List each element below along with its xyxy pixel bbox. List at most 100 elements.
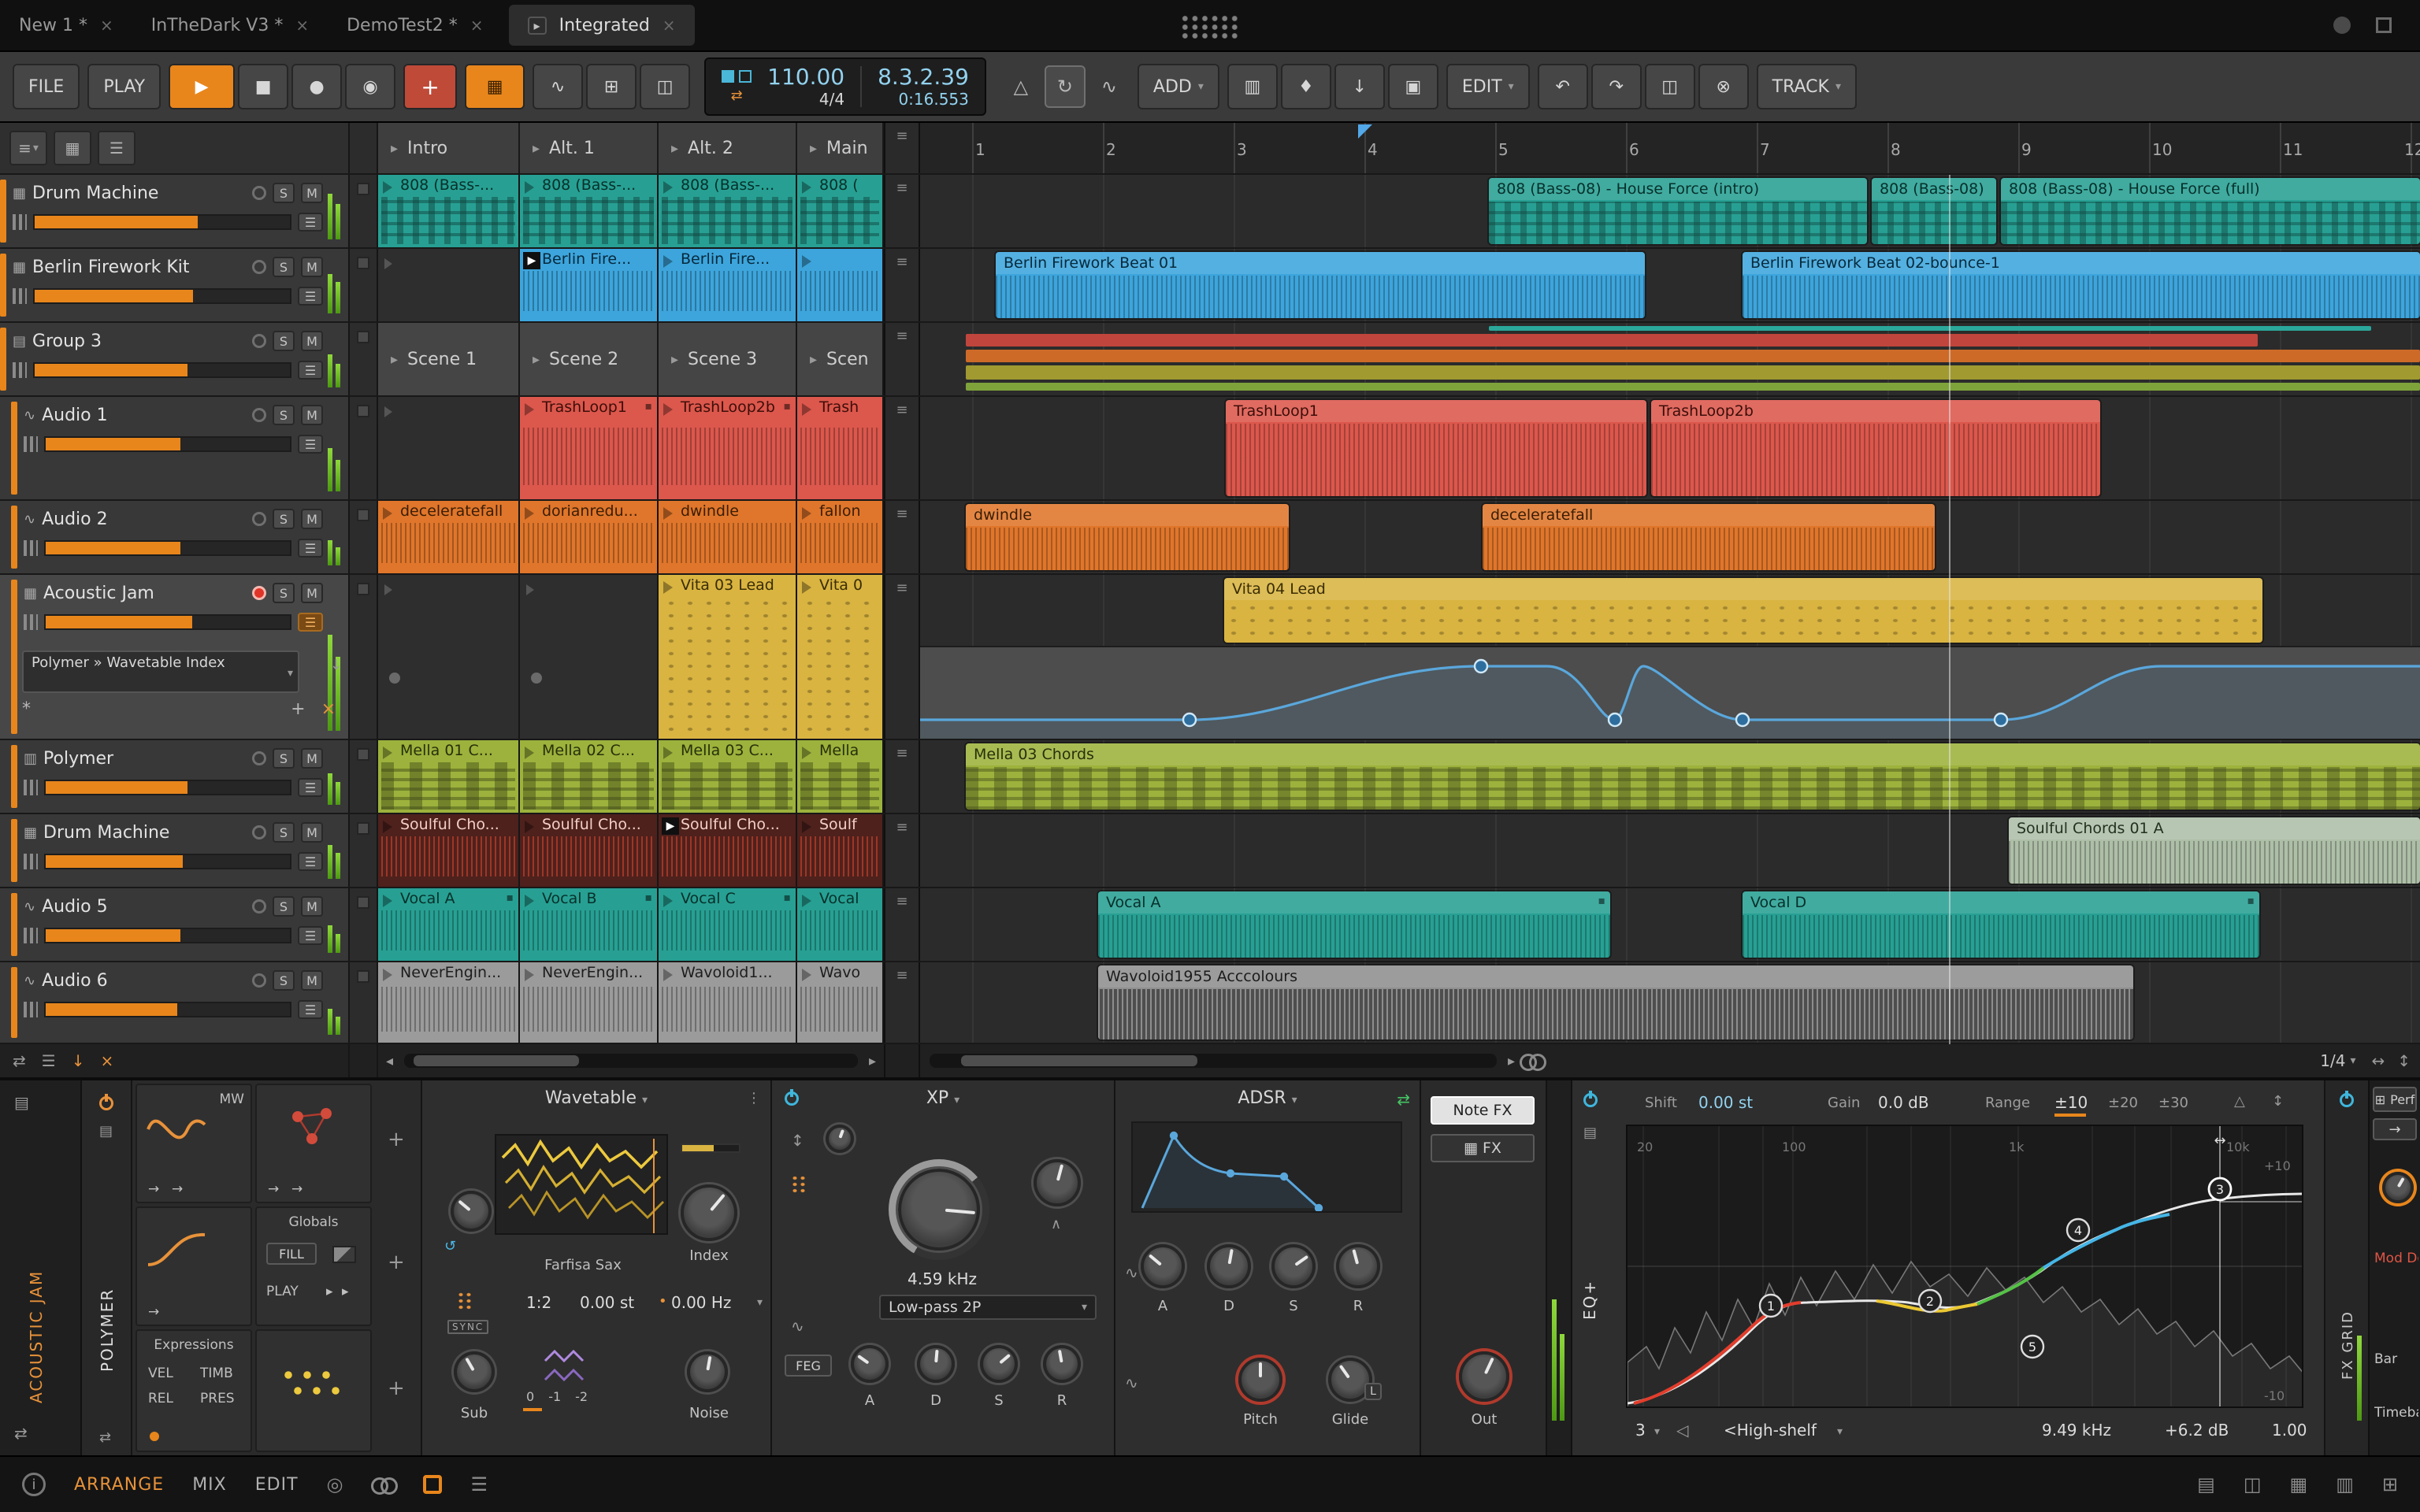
device-expand-icon[interactable]: ⇄: [99, 1429, 111, 1446]
solo-button[interactable]: S: [273, 896, 295, 917]
metronome-button[interactable]: △: [1000, 65, 1041, 108]
track-content-button[interactable]: ☰: [298, 435, 323, 454]
launcher-clip[interactable]: Vocal C ▪: [659, 888, 797, 961]
file-menu-button[interactable]: FILE: [13, 64, 80, 109]
monitor-icon[interactable]: ▤: [14, 1093, 29, 1112]
track-content-button[interactable]: ☰: [298, 926, 323, 945]
record-arm-button[interactable]: [252, 186, 266, 200]
snap-mode-icon[interactable]: ↔: [2365, 1051, 2391, 1070]
launcher-clip[interactable]: [797, 249, 884, 321]
duplicate-button[interactable]: ◫: [1644, 64, 1695, 109]
lane-options-icon[interactable]: ≡: [896, 895, 908, 961]
track-name[interactable]: Drum Machine: [43, 823, 246, 843]
loop-toggle-button[interactable]: ↻: [1044, 65, 1086, 108]
launcher-clip[interactable]: 808 (Bass-...: [659, 175, 797, 247]
arranger-clip[interactable]: 808 (Bass-08): [1872, 178, 1996, 244]
launcher-clip[interactable]: TrashLoop2b ▪: [659, 397, 797, 499]
eq-curve-display[interactable]: 20 100 1k 10k +10 -10 ↔ 1 2 3 4 5: [1626, 1125, 2303, 1408]
instrument-icon-button[interactable]: ▥: [1227, 64, 1278, 109]
swap-playback-icon[interactable]: ⇄: [731, 87, 743, 104]
arranger-clip[interactable]: TrashLoop2b: [1651, 400, 2100, 496]
launcher-clip[interactable]: Mella: [797, 740, 884, 813]
eq-band-gain[interactable]: +6.2 dB: [2165, 1421, 2229, 1440]
piano-panel-toggle-icon[interactable]: ▦: [2290, 1473, 2308, 1495]
clipboard-icon-button[interactable]: ▣: [1387, 64, 1438, 109]
track-header[interactable]: ▦ Drum Machine S M ☰: [0, 175, 350, 247]
track-select-box[interactable]: [357, 405, 369, 417]
record-arm-button[interactable]: [252, 825, 266, 839]
arranger-lane[interactable]: TrashLoop1 TrashLoop2b: [920, 397, 2420, 499]
launcher-clip[interactable]: Wavo: [797, 962, 884, 1043]
remove-automation-button[interactable]: ×: [321, 699, 336, 719]
env-routing-icon[interactable]: ⇄: [1397, 1090, 1410, 1109]
track-header[interactable]: ▦ Drum Machine S M ☰: [0, 814, 350, 887]
lane-options-icon[interactable]: ≡: [896, 507, 908, 573]
track-name[interactable]: Acoustic Jam: [43, 584, 246, 603]
solo-button[interactable]: S: [273, 583, 295, 603]
launcher-clip[interactable]: 808 (Bass-...: [378, 175, 520, 247]
play-button[interactable]: ▶: [169, 64, 236, 109]
mod-routing-icon[interactable]: →: [148, 1181, 159, 1197]
arranger-scroll-right-button[interactable]: ▸: [1503, 1053, 1520, 1069]
track-name[interactable]: Audio 6: [42, 971, 246, 991]
cutoff-knob[interactable]: [898, 1169, 980, 1251]
track-select-box[interactable]: [357, 970, 369, 983]
launcher-clip[interactable]: Soulful Cho...: [520, 814, 659, 887]
window-minimize-icon[interactable]: [2333, 17, 2351, 34]
arranger-clip[interactable]: Berlin Firework Beat 01: [996, 252, 1645, 318]
reset-icon[interactable]: ↺: [444, 1238, 456, 1254]
track-header[interactable]: ∿ Audio 5 SM ☰: [0, 888, 350, 961]
scene-header[interactable]: ▸ Alt. 2: [659, 123, 797, 173]
clip-slot[interactable]: [520, 575, 659, 739]
edit-view-button[interactable]: EDIT: [255, 1475, 299, 1495]
clip-launcher-record-button[interactable]: ▦: [465, 64, 525, 109]
launcher-clip[interactable]: NeverEngin...: [378, 962, 520, 1043]
launcher-clip[interactable]: Soulful Cho...: [378, 814, 520, 887]
eq-display-icon[interactable]: ▤: [1583, 1125, 1597, 1141]
launcher-clip[interactable]: Berlin Fire...: [659, 249, 797, 321]
arranger-clip[interactable]: Vocal D ▪: [1743, 891, 2259, 958]
arranger-clip[interactable]: Wavoloid1955 Acccolours: [1098, 965, 2133, 1040]
delete-button[interactable]: ⊗: [1698, 64, 1749, 109]
mute-button[interactable]: M: [301, 970, 323, 991]
vel-label[interactable]: VEL: [148, 1366, 173, 1381]
feg-button[interactable]: FEG: [785, 1354, 832, 1377]
mod-routing-icon[interactable]: →: [268, 1181, 279, 1197]
device-power-button[interactable]: [99, 1094, 113, 1110]
ratio-value[interactable]: 1:2: [526, 1293, 551, 1312]
eq-power-button[interactable]: [1583, 1091, 1598, 1107]
lane-options-icon[interactable]: ≡: [896, 403, 908, 499]
steps-modulator[interactable]: [255, 1329, 372, 1452]
launcher-scroll-left-button[interactable]: ◂: [381, 1053, 398, 1069]
scene-options-icon[interactable]: ≡: [896, 129, 908, 173]
record-button[interactable]: ●: [291, 64, 343, 109]
solo-button[interactable]: S: [273, 822, 295, 843]
scene-header[interactable]: ▸ Alt. 1: [520, 123, 659, 173]
launcher-clip[interactable]: NeverEngin...: [520, 962, 659, 1043]
sub-octave-1[interactable]: -1: [548, 1389, 561, 1404]
track-select-box[interactable]: [357, 896, 369, 909]
close-icon[interactable]: ×: [470, 16, 484, 35]
note-fx-tab[interactable]: Note FX: [1431, 1096, 1535, 1125]
amp-release-knob[interactable]: [1336, 1244, 1380, 1288]
play-mode-icon[interactable]: ▸: [326, 1284, 333, 1299]
mod-amount-knob[interactable]: [2382, 1172, 2414, 1203]
automation-write-button[interactable]: ∿: [533, 64, 584, 109]
panel-columns-icon[interactable]: ☰: [470, 1473, 488, 1495]
mute-button[interactable]: M: [301, 896, 323, 917]
window-restore-icon[interactable]: [2376, 17, 2392, 33]
lane-options-icon[interactable]: ≡: [896, 821, 908, 887]
solo-button[interactable]: S: [273, 257, 295, 277]
mute-button[interactable]: M: [301, 331, 323, 351]
band-drag-icon[interactable]: ↔: [2214, 1132, 2225, 1149]
automation-curve[interactable]: [920, 647, 2420, 739]
wavetable-preset-name[interactable]: Farfisa Sax: [495, 1257, 671, 1273]
mute-button[interactable]: M: [301, 405, 323, 425]
project-tab[interactable]: InTheDark V3 * ×: [132, 0, 328, 50]
eq-band-handle[interactable]: 1: [1758, 1293, 1783, 1318]
range-30-button[interactable]: ±30: [2158, 1095, 2188, 1111]
wavetable-position-knob[interactable]: [451, 1191, 492, 1232]
track-select-box[interactable]: [357, 583, 369, 595]
eq-band-freq[interactable]: 9.49 kHz: [2042, 1421, 2111, 1440]
snap-setting[interactable]: 1/4 ▾: [2311, 1051, 2365, 1070]
